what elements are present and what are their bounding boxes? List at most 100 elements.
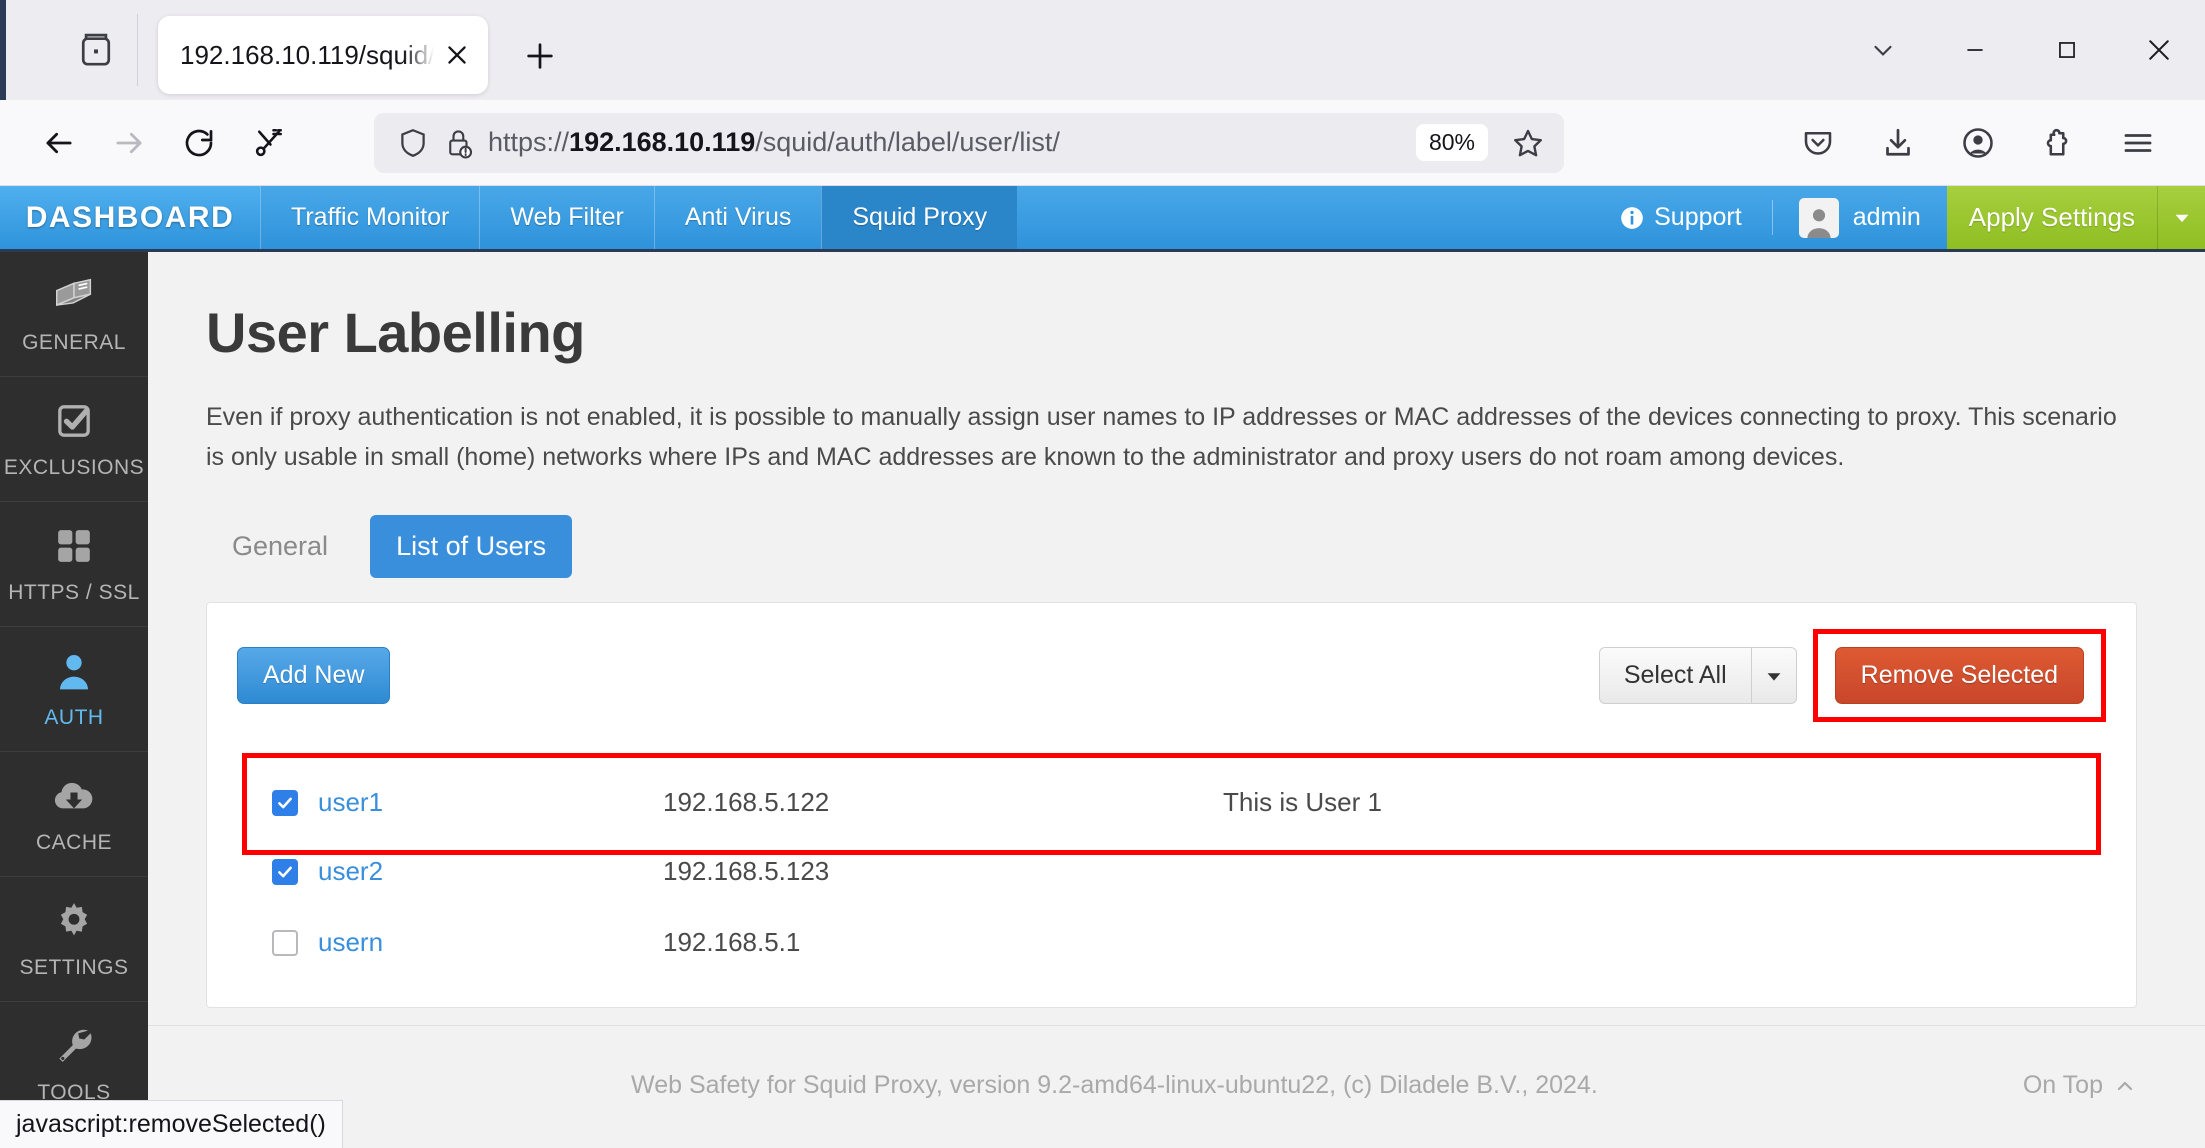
window-close-button[interactable] xyxy=(2113,0,2205,100)
screenshot-icon[interactable] xyxy=(236,110,302,176)
lock-warning-icon xyxy=(449,129,473,159)
minimize-button[interactable] xyxy=(1929,0,2021,100)
bookmark-star-icon[interactable] xyxy=(1502,117,1554,169)
apply-settings-button[interactable]: Apply Settings xyxy=(1946,186,2157,249)
user-address: 192.168.5.1 xyxy=(663,927,801,957)
select-all-chevron-down-icon[interactable] xyxy=(1750,647,1797,704)
topnav-item-anti-virus[interactable]: Anti Virus xyxy=(653,186,822,249)
url-text: https://192.168.10.119/squid/auth/label/… xyxy=(488,127,1402,158)
browser-tab[interactable]: 192.168.10.119/squid/auth/label/us xyxy=(158,16,488,94)
browser-navigation-bar: https://192.168.10.119/squid/auth/label/… xyxy=(0,100,2205,186)
shield-icon xyxy=(401,128,425,157)
gear-icon xyxy=(53,898,95,944)
table-row[interactable]: user2 192.168.5.123 xyxy=(242,846,2101,897)
checkbox-icon xyxy=(54,398,94,444)
apply-settings-dropdown-caret[interactable] xyxy=(2157,186,2205,249)
topnav-item-traffic-monitor[interactable]: Traffic Monitor xyxy=(260,186,479,249)
remove-selected-button[interactable]: Remove Selected xyxy=(1834,647,2084,704)
user-address: 192.168.5.122 xyxy=(663,787,830,817)
users-table: user1 192.168.5.122 This is User 1 user2 xyxy=(237,748,2106,973)
cloud-download-icon xyxy=(51,773,97,819)
browser-status-bar: javascript:removeSelected() xyxy=(0,1100,343,1148)
user-menu[interactable]: admin xyxy=(1773,186,1947,249)
maximize-button[interactable] xyxy=(2021,0,2113,100)
panel-toolbar-right: Select All Remove Selected xyxy=(1598,629,2106,722)
url-scheme: https:// xyxy=(488,127,570,157)
sidebar-item-general[interactable]: GENERAL xyxy=(0,252,148,377)
close-icon[interactable] xyxy=(440,38,474,72)
window-left-edge xyxy=(0,0,6,100)
sidebar-item-label: SETTINGS xyxy=(19,956,129,979)
back-icon[interactable] xyxy=(26,110,92,176)
sidebar-item-label: AUTH xyxy=(44,706,104,729)
grid-icon xyxy=(54,523,94,569)
forward-icon xyxy=(96,110,162,176)
window-controls xyxy=(1837,0,2205,100)
avatar xyxy=(1798,197,1839,238)
new-tab-button[interactable] xyxy=(510,26,570,86)
row-checkbox[interactable] xyxy=(272,929,318,956)
select-all-button[interactable]: Select All xyxy=(1598,647,1751,704)
web-app-viewport: DASHBOARD Traffic Monitor Web Filter Ant… xyxy=(0,186,2205,1148)
browser-toolbar-right xyxy=(1785,110,2179,176)
downloads-icon[interactable] xyxy=(1865,110,1931,176)
sidebar-item-exclusions[interactable]: EXCLUSIONS xyxy=(0,377,148,502)
sidebar-item-label: CACHE xyxy=(35,831,112,854)
menu-icon[interactable] xyxy=(2105,110,2171,176)
pocket-icon[interactable] xyxy=(1785,110,1851,176)
user-name-link[interactable]: user2 xyxy=(318,856,663,887)
page-description: Even if proxy authentication is not enab… xyxy=(206,403,2117,471)
support-label: Support xyxy=(1654,203,1742,231)
on-top-label: On Top xyxy=(2022,1071,2103,1099)
on-top-link[interactable]: On Top xyxy=(2023,1071,2137,1100)
account-icon[interactable] xyxy=(1945,110,2011,176)
user-address: 192.168.5.123 xyxy=(663,856,830,886)
sidebar-item-label: GENERAL xyxy=(22,331,126,354)
tab-title: 192.168.10.119/squid/auth/label/us xyxy=(180,39,434,70)
sidebar-item-cache[interactable]: CACHE xyxy=(0,752,148,877)
panel-toolbar: Add New Select All Remove Selected xyxy=(237,629,2106,722)
add-new-button[interactable]: Add New xyxy=(237,647,391,704)
firefox-view-button[interactable] xyxy=(54,14,138,86)
wrench-icon xyxy=(53,1023,95,1069)
row-checkbox[interactable] xyxy=(272,789,318,816)
info-icon xyxy=(1621,206,1643,229)
topnav-item-web-filter[interactable]: Web Filter xyxy=(479,186,653,249)
brand-dashboard[interactable]: DASHBOARD xyxy=(0,186,260,249)
user-icon xyxy=(54,648,94,694)
sidebar-item-https-ssl[interactable]: HTTPS / SSL xyxy=(0,502,148,627)
table-row[interactable]: usern 192.168.5.1 xyxy=(242,917,2101,968)
page-title: User Labelling xyxy=(206,301,585,364)
sidebar-item-label: EXCLUSIONS xyxy=(3,456,145,479)
support-link[interactable]: Support xyxy=(1589,186,1772,249)
sidebar-item-label: HTTPS / SSL xyxy=(8,581,140,604)
content-tabs: General List of Users xyxy=(206,515,2137,578)
checkbox-unchecked-icon xyxy=(272,929,298,956)
users-panel: Add New Select All Remove Selected user1… xyxy=(206,602,2137,1008)
app-sidebar: GENERAL EXCLUSIONS HTTPS / SSL AUTH CACH… xyxy=(0,252,148,1145)
browser-window: 192.168.10.119/squid/auth/label/us xyxy=(0,0,2205,1148)
app-body: GENERAL EXCLUSIONS HTTPS / SSL AUTH CACH… xyxy=(0,252,2205,1145)
address-bar[interactable]: https://192.168.10.119/squid/auth/label/… xyxy=(374,112,1564,173)
list-all-tabs-chevron-down-icon[interactable] xyxy=(1837,0,1929,100)
table-row[interactable]: user1 192.168.5.122 This is User 1 xyxy=(242,777,2101,828)
tab-list-of-users[interactable]: List of Users xyxy=(370,515,573,578)
tab-general[interactable]: General xyxy=(206,515,354,578)
extensions-icon[interactable] xyxy=(2025,110,2091,176)
main-content: User Labelling Even if proxy authenticat… xyxy=(148,252,2205,1145)
sidebar-item-auth[interactable]: AUTH xyxy=(0,627,148,752)
checkbox-checked-icon xyxy=(272,858,298,885)
user-description: This is User 1 xyxy=(1223,787,1382,817)
user-name-link[interactable]: usern xyxy=(318,927,663,958)
sidebar-item-settings[interactable]: SETTINGS xyxy=(0,877,148,1002)
zoom-level-badge[interactable]: 80% xyxy=(1415,124,1488,161)
footer-text: Web Safety for Squid Proxy, version 9.2-… xyxy=(631,1071,1598,1099)
chevron-up-icon xyxy=(2117,1081,2133,1090)
topnav-right-group: Support admin Apply Settings xyxy=(1589,186,2205,249)
user-name-link[interactable]: user1 xyxy=(318,787,663,818)
row-checkbox[interactable] xyxy=(272,858,318,885)
select-all-group: Select All xyxy=(1598,647,1797,704)
app-top-navigation: DASHBOARD Traffic Monitor Web Filter Ant… xyxy=(0,186,2205,252)
topnav-item-squid-proxy[interactable]: Squid Proxy xyxy=(821,186,1018,249)
reload-icon[interactable] xyxy=(166,110,232,176)
